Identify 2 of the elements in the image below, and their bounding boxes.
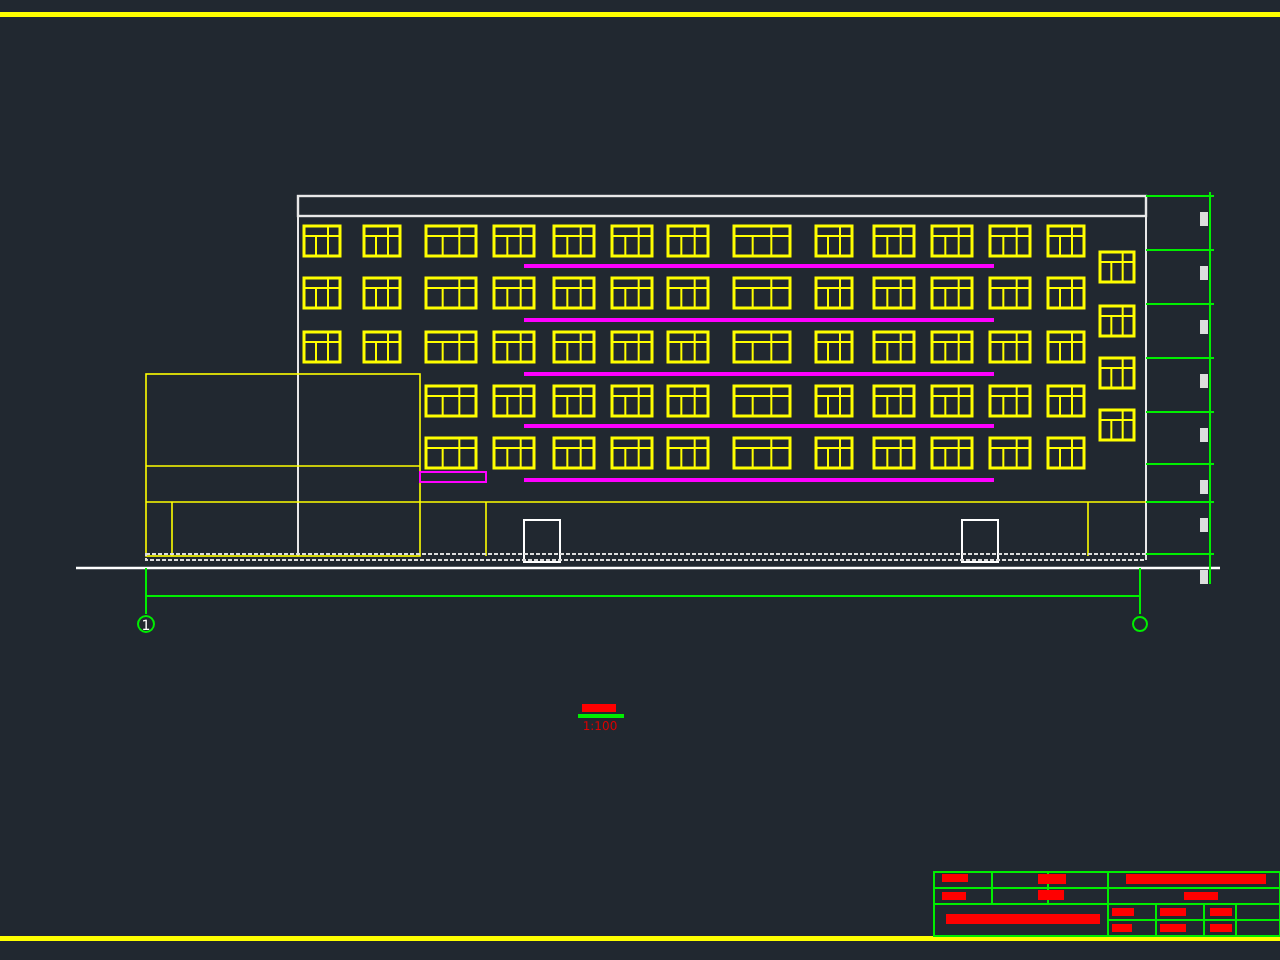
scale-underline-drawing [578, 704, 624, 718]
axis-bubble-icon [137, 615, 155, 633]
